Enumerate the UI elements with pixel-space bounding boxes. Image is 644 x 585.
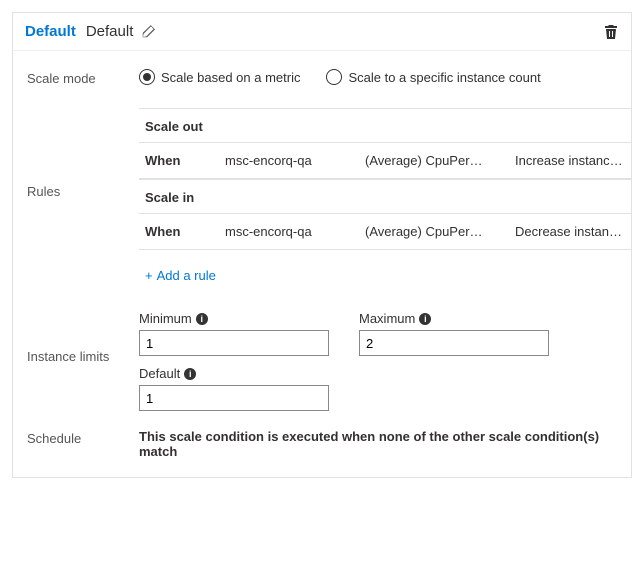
minimum-input[interactable] [139,330,329,356]
default-field: Default i [139,366,329,411]
rule-action: Decrease instance. [515,224,625,239]
scale-mode-label: Scale mode [27,69,139,86]
info-icon[interactable]: i [184,368,196,380]
maximum-field: Maximum i [359,311,549,356]
scale-mode-metric-radio[interactable]: Scale based on a metric [139,69,300,85]
scale-mode-section: Scale mode Scale based on a metric Scale… [13,51,631,86]
default-input[interactable] [139,385,329,411]
schedule-section: Schedule This scale condition is execute… [13,411,631,459]
info-icon[interactable]: i [196,313,208,325]
plus-icon: + [145,268,153,283]
radio-selected-icon [139,69,155,85]
instance-limits-label: Instance limits [27,311,139,411]
rules-section: Rules Scale out When msc-encorq-qa (Aver… [13,86,631,293]
scale-mode-fixed-radio[interactable]: Scale to a specific instance count [326,69,540,85]
condition-title-editable: Default [86,23,134,40]
condition-title-active[interactable]: Default [25,23,76,40]
schedule-label: Schedule [27,429,139,459]
rules-label: Rules [27,104,139,293]
schedule-text: This scale condition is executed when no… [139,429,631,459]
scale-in-rule-row[interactable]: When msc-encorq-qa (Average) CpuPer… Dec… [139,213,631,250]
maximum-input[interactable] [359,330,549,356]
delete-condition-icon[interactable] [603,24,619,40]
info-icon[interactable]: i [419,313,431,325]
instance-limits-section: Instance limits Minimum i Maximum i [13,293,631,411]
radio-unselected-icon [326,69,342,85]
rule-metric: (Average) CpuPer… [365,153,505,168]
card-header: Default Default [13,23,631,51]
scale-condition-card: Default Default Scale mode Scale based o… [12,12,632,478]
minimum-label: Minimum [139,311,192,326]
rule-resource: msc-encorq-qa [225,224,355,239]
rule-when-label: When [145,153,215,168]
scale-mode-fixed-label: Scale to a specific instance count [348,70,540,85]
edit-title-icon[interactable] [141,25,155,39]
maximum-label: Maximum [359,311,415,326]
scale-out-header: Scale out [139,108,631,142]
scale-in-header: Scale in [139,179,631,213]
rule-action: Increase instance… [515,153,625,168]
scale-out-rule-row[interactable]: When msc-encorq-qa (Average) CpuPer… Inc… [139,142,631,179]
rule-when-label: When [145,224,215,239]
add-rule-label: Add a rule [157,268,216,283]
scale-mode-metric-label: Scale based on a metric [161,70,300,85]
default-label: Default [139,366,180,381]
rule-metric: (Average) CpuPer… [365,224,505,239]
minimum-field: Minimum i [139,311,329,356]
add-rule-button[interactable]: + Add a rule [139,250,631,293]
rule-resource: msc-encorq-qa [225,153,355,168]
